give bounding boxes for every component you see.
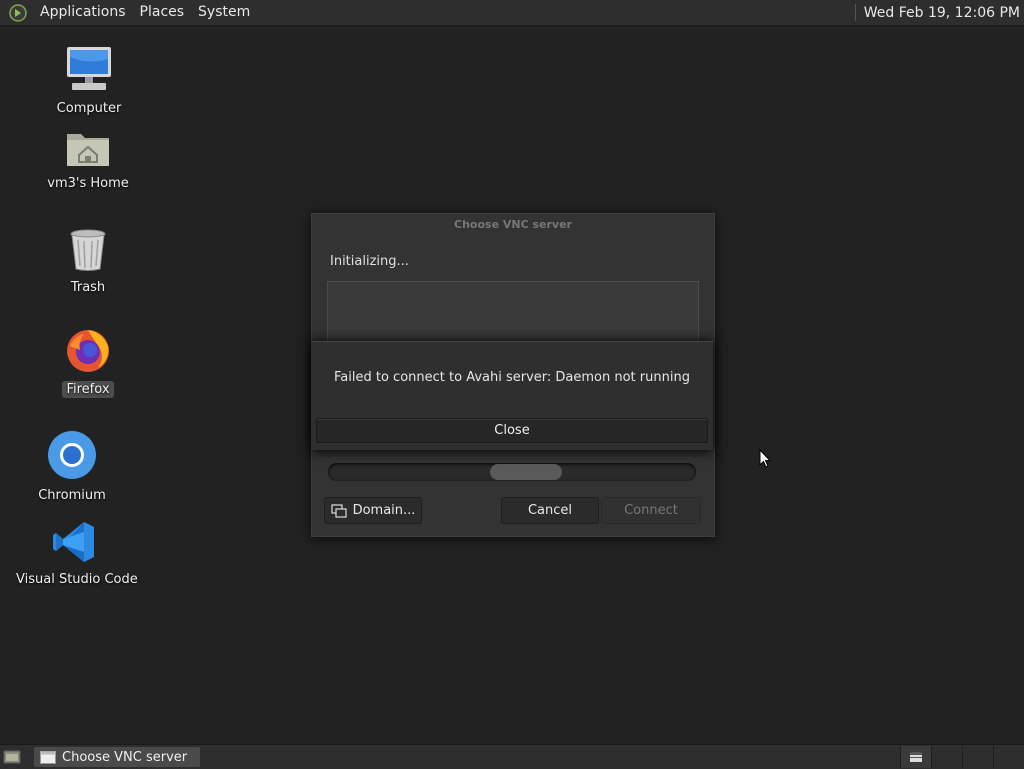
progress-pulse	[490, 464, 562, 480]
domain-button-label: Domain...	[352, 503, 416, 518]
taskbar-item-vnc[interactable]: Choose VNC server	[34, 747, 200, 767]
workspace-4[interactable]	[993, 746, 1024, 768]
show-desktop-icon[interactable]	[2, 747, 22, 767]
menu-places[interactable]: Places	[133, 0, 192, 25]
domain-button[interactable]: Domain...	[324, 497, 422, 524]
chromium-icon	[32, 430, 112, 484]
computer-icon	[48, 45, 130, 97]
error-message: Failed to connect to Avahi server: Daemo…	[334, 370, 690, 385]
desktop-icon-vscode[interactable]: Visual Studio Code	[12, 520, 138, 588]
clock[interactable]: Wed Feb 19, 12:06 PM	[864, 5, 1020, 21]
window-icon	[40, 750, 56, 764]
bottom-panel: Choose VNC server	[0, 744, 1024, 769]
workspace-windows-icon	[910, 752, 922, 762]
cancel-button[interactable]: Cancel	[501, 497, 599, 524]
desktop-icon-trash[interactable]: Trash	[58, 228, 118, 296]
firefox-icon	[58, 326, 118, 378]
distro-logo-icon[interactable]	[9, 3, 27, 22]
desktop-icon-label: Computer	[56, 101, 122, 116]
workspace-2[interactable]	[931, 746, 962, 768]
mouse-pointer-icon	[759, 448, 772, 473]
taskbar-item-label: Choose VNC server	[62, 749, 188, 765]
desktop-icon-chromium[interactable]: Chromium	[32, 430, 112, 504]
workspace-1[interactable]	[900, 746, 931, 768]
top-panel: Applications Places System Wed Feb 19, 1…	[0, 0, 1024, 26]
status-label: Initializing...	[330, 254, 409, 269]
desktop-icon-label: Trash	[70, 280, 106, 295]
menu-system[interactable]: System	[191, 0, 257, 25]
menu-applications[interactable]: Applications	[33, 0, 133, 25]
trash-icon	[58, 228, 118, 276]
desktop-icon-label: Chromium	[38, 488, 106, 503]
connect-button[interactable]: Connect	[601, 497, 701, 524]
desktop-icon-home[interactable]: vm3's Home	[38, 128, 138, 192]
desktop-icon-label: Visual Studio Code	[16, 572, 138, 587]
vscode-icon	[12, 520, 136, 568]
domain-icon	[330, 503, 347, 518]
close-button[interactable]: Close	[316, 418, 708, 443]
home-folder-icon	[38, 128, 138, 172]
desktop-icon-firefox[interactable]: Firefox	[58, 326, 118, 398]
desktop-icon-label: vm3's Home	[47, 176, 129, 191]
error-alert-dialog: Failed to connect to Avahi server: Daemo…	[311, 341, 713, 450]
desktop-icon-computer[interactable]: Computer	[48, 45, 130, 117]
progress-bar	[328, 463, 696, 481]
desktop-icon-label: Firefox	[62, 381, 114, 398]
workspace-3[interactable]	[962, 746, 993, 768]
dialog-title: Choose VNC server	[454, 218, 572, 231]
panel-separator	[854, 4, 856, 21]
